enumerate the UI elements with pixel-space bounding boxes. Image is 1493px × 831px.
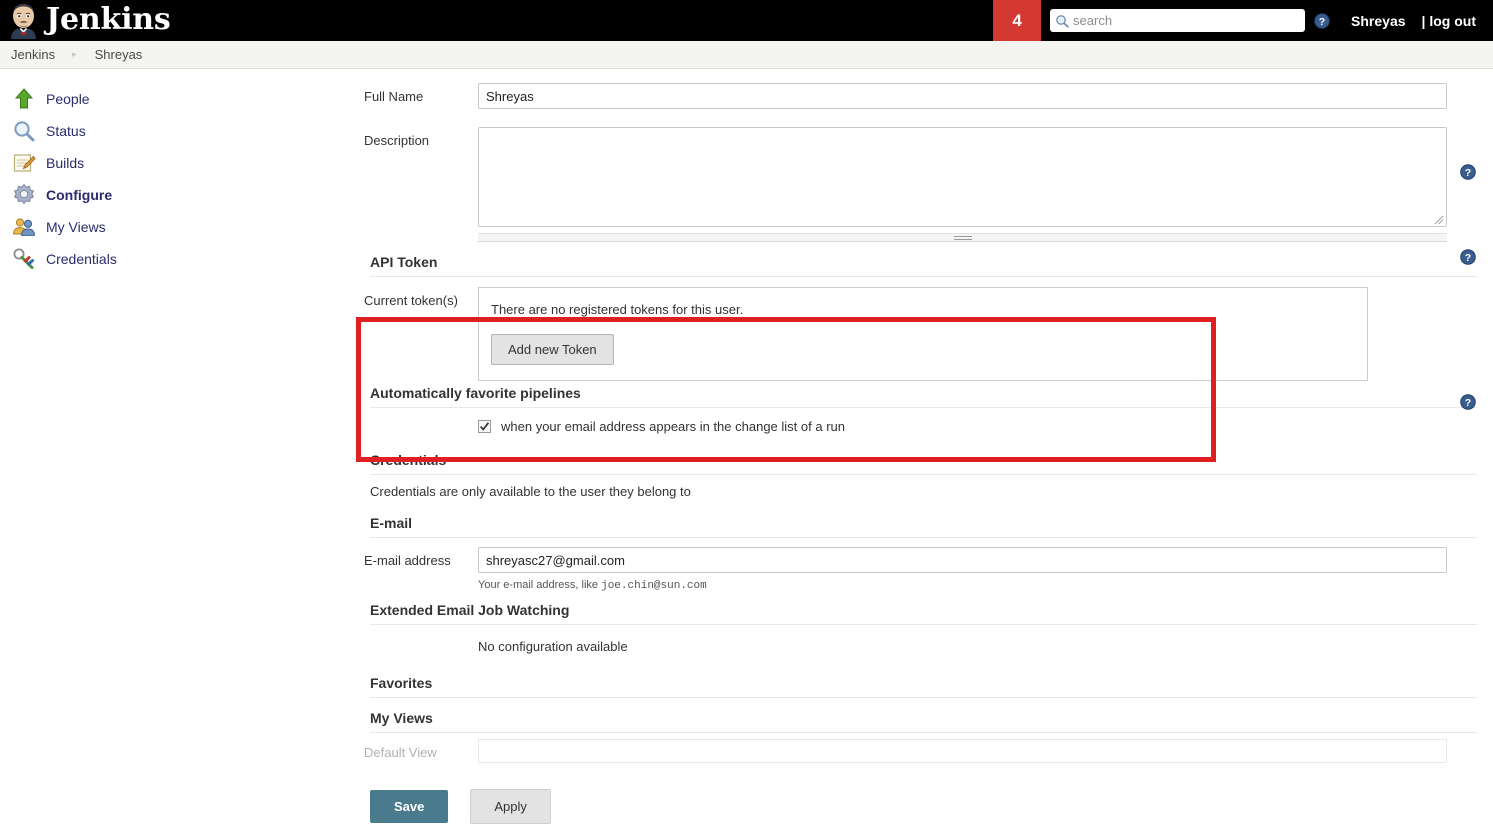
svg-text:?: ? [1465,252,1471,264]
description-row: Description [356,109,1493,227]
email-hint: Your e-mail address, like joe.chin@sun.c… [478,573,1447,592]
api-token-section-title: API Token [370,254,438,270]
search-placeholder-text: search [1073,13,1113,28]
drag-grip-icon [953,236,972,241]
header-right-cluster: 4 search ? Shreyas | log out [993,0,1493,41]
resize-handle-icon[interactable] [1434,215,1444,225]
full-name-input[interactable] [478,83,1447,109]
sidebar-label-configure: Configure [46,187,113,203]
sidebar-label-status: Status [46,123,86,139]
auto-favorite-checkbox-row[interactable]: when your email address appears in the c… [356,408,1493,445]
svg-text:?: ? [1465,397,1471,409]
default-view-input[interactable] [478,739,1447,763]
sidebar-label-people: People [46,91,90,107]
sidebar: People Status Builds Configure My Views … [0,69,356,831]
current-tokens-row: Current token(s) There are no registered… [356,277,1493,381]
email-address-input[interactable] [478,547,1447,573]
magnifier-icon [1056,14,1069,28]
sidebar-item-status[interactable]: Status [0,115,356,147]
key-icon [13,248,34,269]
help-icon-api-token[interactable]: ? [1460,394,1476,410]
help-icon-full-name[interactable]: ? [1460,164,1476,180]
email-hint-text: Your e-mail address, like [478,579,602,591]
auto-favorite-checkbox[interactable] [478,420,491,433]
people-icon [13,218,35,236]
jenkins-butler-icon [11,3,36,39]
page-body: People Status Builds Configure My Views … [0,69,1493,831]
sidebar-item-my-views[interactable]: My Views [0,211,356,243]
credentials-section-title: Credentials [370,452,447,468]
jenkins-brand-link[interactable]: Jenkins [0,0,171,41]
brand-title: Jenkins [46,1,171,37]
apply-button[interactable]: Apply [470,789,551,824]
breadcrumb: Jenkins ▸ Shreyas [0,41,1493,69]
logout-link[interactable]: | log out [1422,13,1476,29]
sidebar-item-people[interactable]: People [0,83,356,115]
sidebar-item-credentials[interactable]: Credentials [0,243,356,275]
top-header-bar: Jenkins 4 search ? Shreyas | log out [0,0,1493,41]
svg-text:?: ? [1319,15,1325,27]
svg-text:?: ? [1465,167,1471,179]
full-name-label: Full Name [364,89,424,104]
auto-favorite-section-title: Automatically favorite pipelines [370,385,581,401]
help-icon-description[interactable]: ? [1460,249,1476,265]
my-views-section-title: My Views [370,710,433,726]
full-name-row: Full Name [356,77,1493,109]
credentials-note: Credentials are only available to the us… [370,484,691,499]
email-address-row: E-mail address Your e-mail address, like… [356,538,1493,592]
token-list-box: There are no registered tokens for this … [478,287,1368,381]
save-button[interactable]: Save [370,790,449,823]
description-textarea[interactable] [478,127,1447,227]
email-address-label: E-mail address [364,553,451,568]
sidebar-label-builds: Builds [46,155,85,171]
header-help-circle-icon[interactable]: ? [1314,12,1330,29]
current-user-link[interactable]: Shreyas [1351,13,1405,29]
extended-email-section-title: Extended Email Job Watching [370,602,570,618]
form-action-bar: Save Apply [356,782,1493,831]
auto-favorite-checkbox-label: when your email address appears in the c… [501,419,845,434]
gear-icon [13,183,35,205]
default-view-row: Default View [356,733,1493,763]
breadcrumb-item-jenkins[interactable]: Jenkins [11,47,55,62]
add-new-token-button[interactable]: Add new Token [491,334,614,365]
extended-email-message: No configuration available [478,639,628,654]
current-tokens-label: Current token(s) [364,293,458,308]
email-hint-example: joe.chin@sun.com [601,580,707,592]
person-up-arrow-icon [14,88,34,109]
favorites-section-title: Favorites [370,675,433,691]
main-content: Full Name ? Description ? [356,69,1493,831]
description-label: Description [364,133,430,148]
email-section-title: E-mail [370,515,413,531]
breadcrumb-item-shreyas[interactable]: Shreyas [95,47,143,62]
search-input[interactable]: search [1050,9,1306,32]
search-area: search [1050,9,1306,32]
notepad-pencil-icon [13,154,36,172]
notification-count-badge[interactable]: 4 [993,0,1042,41]
no-tokens-message: There are no registered tokens for this … [491,302,744,317]
panel-drag-bar[interactable] [478,233,1447,242]
sidebar-label-my-views: My Views [46,219,106,235]
breadcrumb-separator-icon: ▸ [72,49,77,59]
sidebar-label-credentials: Credentials [46,251,117,267]
sidebar-item-builds[interactable]: Builds [0,147,356,179]
sidebar-item-configure[interactable]: Configure [0,179,356,211]
default-view-label: Default View [364,745,437,760]
magnifier-icon [14,121,35,142]
